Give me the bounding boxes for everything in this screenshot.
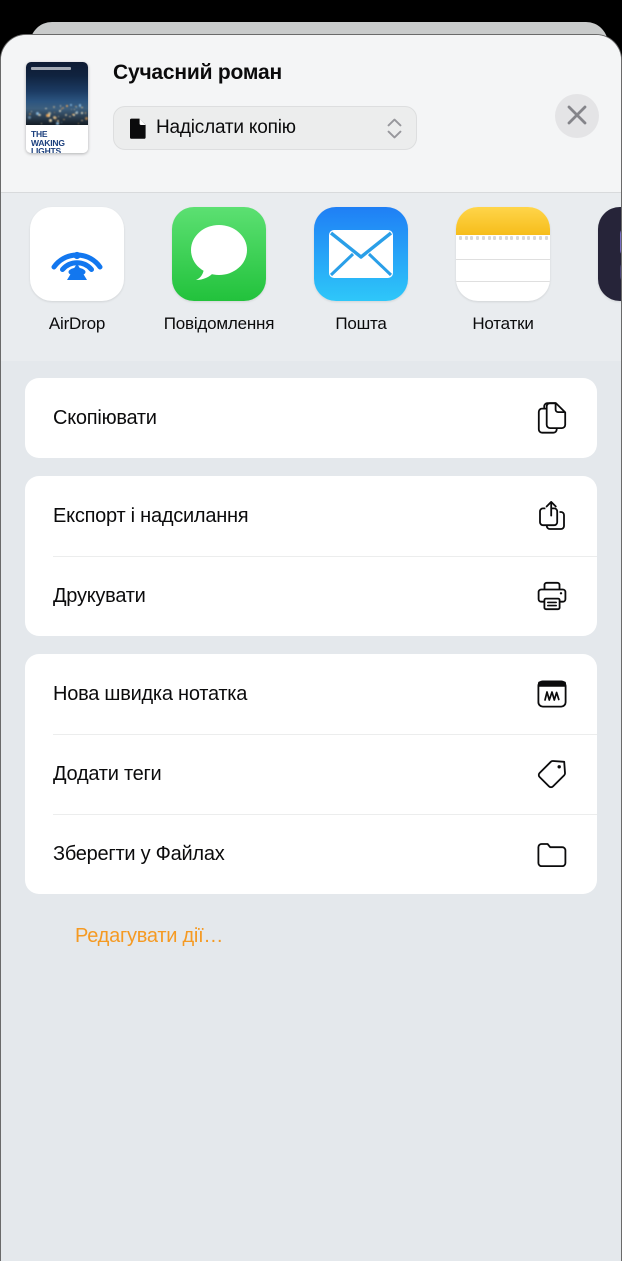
share-target-mail[interactable]: Пошта (307, 207, 415, 334)
cover-title-block: THE WAKING LIGHTS (26, 125, 88, 153)
notes-rule (456, 281, 550, 282)
action-label: Експорт і надсилання (53, 505, 248, 528)
action-group-3: Нова швидка нотатка Додати теги Зберегти… (25, 654, 597, 894)
cover-byline (31, 67, 71, 70)
quick-note-icon (535, 677, 569, 711)
action-row-save-to-files[interactable]: Зберегти у Файлах (25, 814, 597, 894)
messages-icon (172, 207, 266, 301)
mail-icon (314, 207, 408, 301)
action-row-add-tags[interactable]: Додати теги (25, 734, 597, 814)
action-label: Додати теги (53, 763, 161, 786)
share-targets-strip[interactable]: AirDrop Повідомлення Пошта Нотатки (1, 193, 621, 361)
copy-icon (535, 401, 569, 435)
action-group-2: Експорт і надсилання Друкувати (25, 476, 597, 636)
share-targets-row: AirDrop Повідомлення Пошта Нотатки (23, 207, 621, 334)
action-label: Зберегти у Файлах (53, 843, 224, 866)
share-target-label: Пошта (335, 314, 386, 334)
screen: THE WAKING LIGHTS Сучасний роман Надісла… (0, 0, 622, 1261)
airdrop-icon (30, 207, 124, 301)
action-row-export-and-send[interactable]: Експорт і надсилання (25, 476, 597, 556)
journal-bar (620, 261, 621, 283)
document-cover-thumbnail: THE WAKING LIGHTS (26, 62, 88, 153)
action-row-copy[interactable]: Скопіювати (25, 378, 597, 458)
share-target-airdrop[interactable]: AirDrop (23, 207, 131, 334)
action-row-print[interactable]: Друкувати (25, 556, 597, 636)
share-target-messages[interactable]: Повідомлення (165, 207, 273, 334)
share-target-label: Нотатки (472, 314, 533, 334)
notes-perforation (456, 235, 550, 242)
share-target-notes[interactable]: Нотатки (449, 207, 557, 334)
document-icon (130, 118, 147, 139)
notes-top-band (456, 207, 550, 235)
share-target-journal[interactable]: Що (591, 207, 621, 334)
printer-icon (535, 579, 569, 613)
cover-title-line-3: LIGHTS (31, 147, 88, 153)
notes-icon (456, 207, 550, 301)
tag-icon (535, 757, 569, 791)
share-target-label: AirDrop (49, 314, 105, 334)
share-target-label: Повідомлення (164, 314, 275, 334)
action-list: Скопіювати Експорт і надсилання Друкуват… (1, 378, 621, 948)
close-button[interactable] (555, 94, 599, 138)
action-label: Скопіювати (53, 407, 157, 430)
notes-rule (456, 259, 550, 260)
folder-icon (535, 837, 569, 871)
chevron-up-down-icon (365, 118, 402, 139)
action-group-1: Скопіювати (25, 378, 597, 458)
share-sheet: THE WAKING LIGHTS Сучасний роман Надісла… (0, 34, 622, 1261)
send-mode-value: Надіслати копію (156, 117, 296, 139)
journal-icon (598, 207, 621, 301)
send-mode-picker[interactable]: Надіслати копію (113, 106, 417, 150)
page-title: Сучасний роман (113, 61, 282, 85)
edit-actions-button[interactable]: Редагувати дії… (75, 912, 223, 948)
action-label: Друкувати (53, 585, 146, 608)
share-export-icon (535, 499, 569, 533)
cover-city-lights (26, 102, 88, 125)
action-row-new-quick-note[interactable]: Нова швидка нотатка (25, 654, 597, 734)
action-label: Нова швидка нотатка (53, 683, 247, 706)
close-icon (566, 104, 588, 129)
journal-bar (620, 227, 621, 257)
share-sheet-header: THE WAKING LIGHTS Сучасний роман Надісла… (1, 35, 621, 193)
